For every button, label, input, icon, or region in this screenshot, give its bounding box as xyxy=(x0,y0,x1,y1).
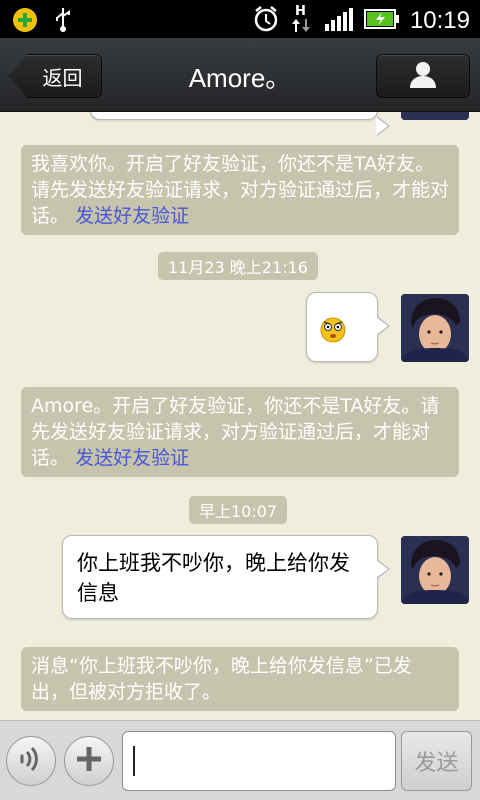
status-left xyxy=(12,7,74,37)
person-icon xyxy=(408,59,438,93)
svg-text:H: H xyxy=(295,4,306,19)
add-button[interactable] xyxy=(64,736,114,786)
data-arrows-icon: H xyxy=(290,3,314,39)
avatar[interactable] xyxy=(401,112,469,120)
avatar[interactable] xyxy=(401,294,469,362)
profile-button[interactable] xyxy=(376,54,470,98)
message-bubble-emoji[interactable] xyxy=(306,292,390,362)
battery-charging-icon xyxy=(363,8,400,34)
system-message: Amore。开启了好友验证，你还不是TA好友。请先发送好友验证请求，对方验证通过… xyxy=(21,387,459,477)
system-message: 我喜欢你。开启了好友验证，你还不是TA好友。请先发送好友验证请求，对方验证通过后… xyxy=(21,145,459,235)
chat-header: 返回 Amore。 xyxy=(0,38,480,112)
alarm-icon xyxy=(252,4,280,38)
message-bubble-text[interactable]: 你上班我不吵你，晚上给你发信息 xyxy=(62,535,390,619)
send-verification-link[interactable]: 发送好友验证 xyxy=(75,447,189,469)
voice-button[interactable] xyxy=(6,736,56,786)
status-bar: H 10:19 xyxy=(0,0,480,38)
app-badge-icon xyxy=(12,7,38,37)
voice-icon xyxy=(16,744,46,778)
message-bubble-partial[interactable] xyxy=(90,112,390,136)
signal-icon xyxy=(324,6,354,36)
system-message: 消息“你上班我不吵你，晚上给你发信息”已发出，但被对方拒收了。 xyxy=(21,647,459,711)
status-right: H 10:19 xyxy=(252,3,470,39)
add-icon xyxy=(74,744,104,778)
timestamp: 早上10:07 xyxy=(189,496,288,524)
send-button[interactable]: 发送 xyxy=(401,731,472,791)
emoji-icon xyxy=(320,317,346,347)
avatar[interactable] xyxy=(401,536,469,604)
usb-icon xyxy=(52,7,74,37)
chat-area[interactable]: 我喜欢你。开启了好友验证，你还不是TA好友。请先发送好友验证请求，对方验证通过后… xyxy=(0,112,480,720)
text-caret xyxy=(133,746,135,776)
send-verification-link[interactable]: 发送好友验证 xyxy=(75,205,189,227)
clock-time: 10:19 xyxy=(409,7,470,34)
message-input[interactable] xyxy=(122,731,396,791)
input-bar: 发送 xyxy=(0,720,480,800)
timestamp: 11月23 晚上21:16 xyxy=(158,252,318,280)
